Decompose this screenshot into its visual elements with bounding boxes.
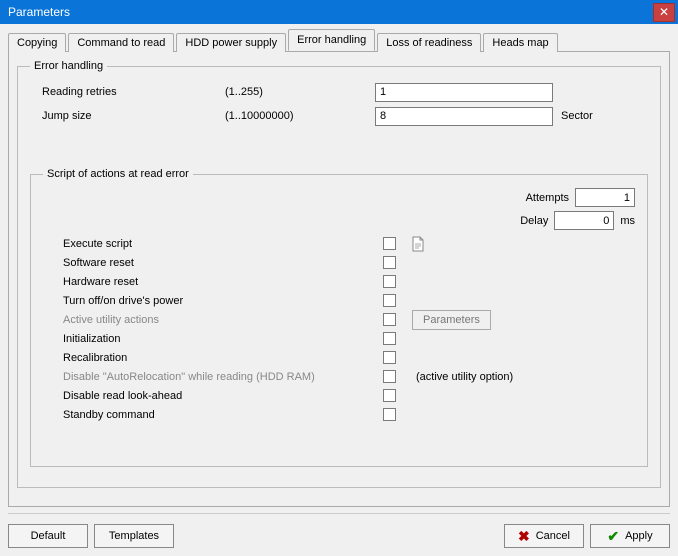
delay-unit: ms bbox=[620, 215, 635, 227]
tab-hdd-power-supply[interactable]: HDD power supply bbox=[176, 33, 286, 52]
apply-button[interactable]: ✔Apply bbox=[590, 524, 670, 548]
jump-size-input[interactable] bbox=[375, 107, 553, 126]
reading-retries-label: Reading retries bbox=[30, 86, 225, 98]
hardware-reset-checkbox[interactable] bbox=[383, 275, 396, 288]
attempts-input[interactable] bbox=[575, 188, 635, 207]
error-handling-legend: Error handling bbox=[30, 60, 107, 72]
execute-script-label: Execute script bbox=[63, 238, 383, 250]
delay-label: Delay bbox=[520, 215, 548, 227]
active-utility-actions-checkbox[interactable] bbox=[383, 313, 396, 326]
tab-loss-of-readiness[interactable]: Loss of readiness bbox=[377, 33, 481, 52]
power-toggle-checkbox[interactable] bbox=[383, 294, 396, 307]
tab-strip: Copying Command to read HDD power supply… bbox=[8, 30, 670, 52]
close-icon[interactable]: ✕ bbox=[653, 3, 675, 22]
disable-lookahead-checkbox[interactable] bbox=[383, 389, 396, 402]
standby-command-checkbox[interactable] bbox=[383, 408, 396, 421]
software-reset-checkbox[interactable] bbox=[383, 256, 396, 269]
recalibration-label: Recalibration bbox=[63, 352, 383, 364]
delay-input[interactable] bbox=[554, 211, 614, 230]
tab-heads-map[interactable]: Heads map bbox=[483, 33, 557, 52]
footer-bar: Default Templates ✖Cancel ✔Apply bbox=[8, 524, 670, 548]
initialization-checkbox[interactable] bbox=[383, 332, 396, 345]
cancel-icon: ✖ bbox=[518, 529, 530, 543]
tab-panel: Error handling Reading retries (1..255) … bbox=[8, 52, 670, 507]
window-titlebar: Parameters ✕ bbox=[0, 0, 678, 24]
parameters-button: Parameters bbox=[412, 310, 491, 330]
tab-error-handling[interactable]: Error handling bbox=[288, 29, 375, 51]
disable-autoreloc-label: Disable "AutoRelocation" while reading (… bbox=[63, 371, 383, 383]
attempts-label: Attempts bbox=[526, 192, 569, 204]
jump-size-label: Jump size bbox=[30, 110, 225, 122]
jump-size-unit: Sector bbox=[555, 110, 605, 122]
default-button[interactable]: Default bbox=[8, 524, 88, 548]
hardware-reset-label: Hardware reset bbox=[63, 276, 383, 288]
disable-autoreloc-checkbox[interactable] bbox=[383, 370, 396, 383]
power-toggle-label: Turn off/on drive's power bbox=[63, 295, 383, 307]
check-icon: ✔ bbox=[607, 529, 619, 543]
reading-retries-range: (1..255) bbox=[225, 86, 375, 98]
disable-lookahead-label: Disable read look-ahead bbox=[63, 390, 383, 402]
error-handling-group: Error handling Reading retries (1..255) … bbox=[17, 60, 661, 488]
software-reset-label: Software reset bbox=[63, 257, 383, 269]
active-utility-note: (active utility option) bbox=[416, 371, 513, 383]
cancel-button[interactable]: ✖Cancel bbox=[504, 524, 584, 548]
tab-copying[interactable]: Copying bbox=[8, 33, 66, 52]
window-title: Parameters bbox=[8, 5, 70, 19]
jump-size-range: (1..10000000) bbox=[225, 110, 375, 122]
initialization-label: Initialization bbox=[63, 333, 383, 345]
reading-retries-input[interactable] bbox=[375, 83, 553, 102]
script-file-icon[interactable] bbox=[410, 236, 426, 252]
standby-command-label: Standby command bbox=[63, 409, 383, 421]
templates-button[interactable]: Templates bbox=[94, 524, 174, 548]
execute-script-checkbox[interactable] bbox=[383, 237, 396, 250]
script-actions-legend: Script of actions at read error bbox=[43, 168, 193, 180]
script-actions-group: Script of actions at read error Attempts… bbox=[30, 168, 648, 467]
recalibration-checkbox[interactable] bbox=[383, 351, 396, 364]
active-utility-actions-label: Active utility actions bbox=[63, 314, 383, 326]
tab-command-to-read[interactable]: Command to read bbox=[68, 33, 174, 52]
